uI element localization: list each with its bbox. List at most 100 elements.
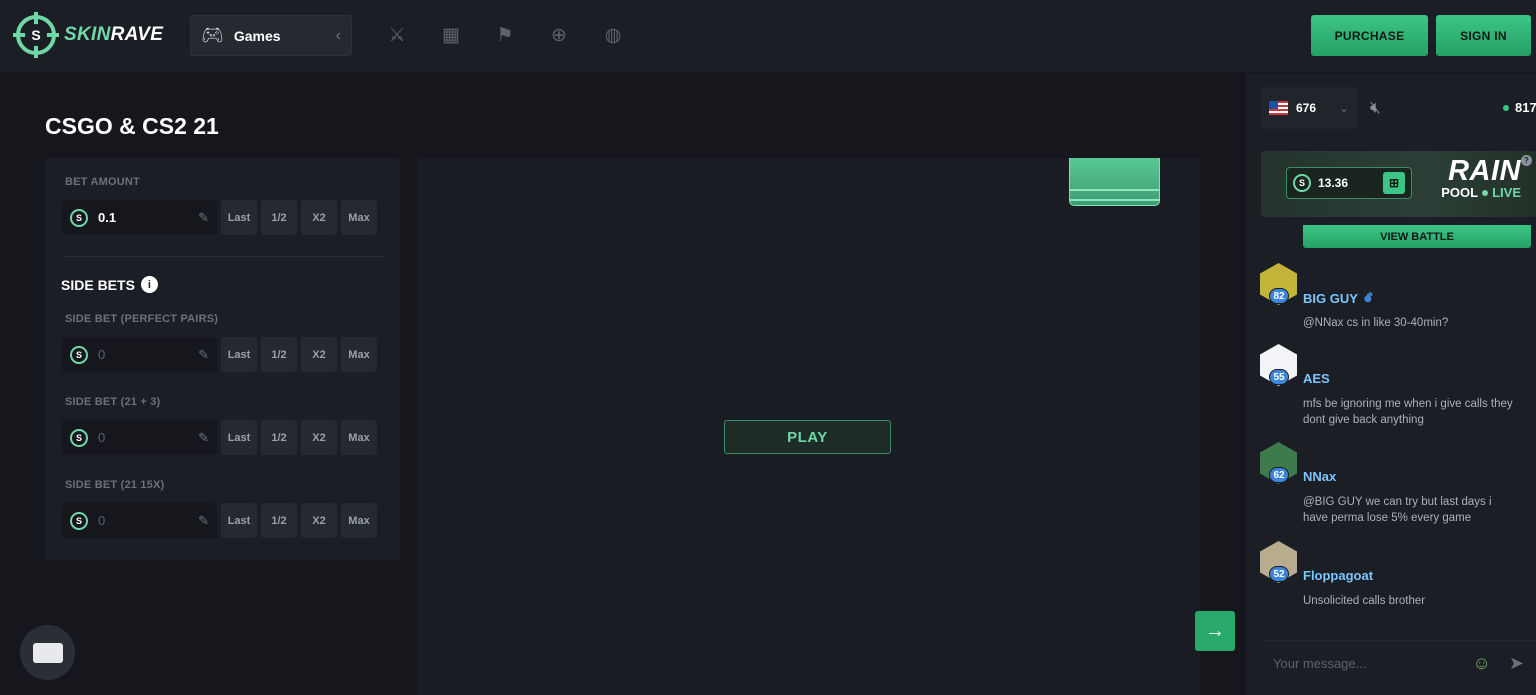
rain-logo: RAIN POOL LIVE <box>1429 155 1521 201</box>
username-text: Floppagoat <box>1303 568 1374 583</box>
double-button[interactable]: X2 <box>301 420 337 455</box>
side-bet-input[interactable]: S 0 ✎ <box>62 337 217 372</box>
rain-amount: S 13.36 ⊞ <box>1286 167 1412 199</box>
rain-title: RAIN <box>1448 155 1521 187</box>
max-button[interactable]: Max <box>341 420 377 455</box>
games-menu-button[interactable]: 🎮︎ Games ‹ <box>190 15 352 56</box>
max-button[interactable]: Max <box>341 503 377 538</box>
last-button[interactable]: Last <box>221 200 257 235</box>
side-bet-value: 0 <box>98 513 106 528</box>
games-label: Games <box>233 27 281 44</box>
purchase-button[interactable]: PURCHASE <box>1311 15 1428 56</box>
mute-icon[interactable]: 🔇︎ <box>1370 98 1381 118</box>
half-button[interactable]: 1/2 <box>261 337 297 372</box>
chat-input-bar: Your message... ☺ ➤ <box>1261 640 1536 686</box>
play-button[interactable]: PLAY <box>724 420 891 454</box>
tip-icon[interactable]: ⊞ <box>1383 172 1405 194</box>
side-bet-row: S 0 ✎ Last 1/2 X2 Max <box>62 337 377 372</box>
username[interactable]: NNax <box>1303 469 1336 484</box>
clear-icon[interactable]: ✎ <box>198 430 209 446</box>
view-battle-button[interactable]: VIEW BATTLE <box>1303 225 1531 248</box>
side-bet-label: SIDE BET (21 + 3) <box>65 396 161 408</box>
logo[interactable]: S SKINRAVE <box>13 12 163 58</box>
level-badge: 62 <box>1269 467 1289 483</box>
clear-icon[interactable]: ✎ <box>198 347 209 363</box>
double-button[interactable]: X2 <box>301 337 337 372</box>
coin-icon: S <box>70 428 88 447</box>
logo-text-skin: SKIN <box>64 24 111 45</box>
side-bets-title: SIDE BETS i <box>61 276 158 293</box>
language-select[interactable]: 676 ⌄ <box>1261 87 1357 129</box>
card-deck <box>1069 158 1160 206</box>
flag-icon[interactable]: ⚑ <box>492 22 518 48</box>
gamepad-icon: 🎮︎ <box>201 25 224 45</box>
rain-pool-banner: S 13.36 ⊞ RAIN POOL LIVE ? <box>1261 151 1536 217</box>
username[interactable]: Floppagoat <box>1303 568 1373 583</box>
arrow-right-button[interactable]: → <box>1195 611 1235 651</box>
double-button[interactable]: X2 <box>301 503 337 538</box>
chat-icon <box>32 642 63 663</box>
rain-subtitle: POOL LIVE <box>1429 185 1521 200</box>
live-dot-icon <box>1482 189 1489 196</box>
username-text: NNax <box>1303 469 1337 484</box>
logo-text: SKINRAVE <box>64 24 163 46</box>
username[interactable]: BIG GUY 💣︎ <box>1303 290 1372 306</box>
send-icon[interactable]: ➤ <box>1509 653 1524 674</box>
message-text: Unsolicited calls brother <box>1303 595 1426 607</box>
last-button[interactable]: Last <box>221 337 257 372</box>
logo-text-rave: RAVE <box>110 24 164 45</box>
half-button[interactable]: 1/2 <box>261 503 297 538</box>
coin-icon: S <box>70 345 88 364</box>
double-button[interactable]: X2 <box>301 200 337 235</box>
emoji-icon[interactable]: ☺ <box>1473 653 1491 674</box>
coin-icon: S <box>70 208 88 227</box>
level-badge: 82 <box>1269 288 1289 304</box>
username-text: AES <box>1303 371 1330 386</box>
username[interactable]: AES <box>1303 371 1330 386</box>
clear-icon[interactable]: ✎ <box>198 513 209 529</box>
info-icon[interactable]: i <box>140 276 158 293</box>
coin-icon: S <box>1293 174 1311 192</box>
divider <box>62 256 383 257</box>
chevron-down-icon: ⌄ <box>1338 101 1349 115</box>
rain-pool-label: POOL <box>1441 185 1479 200</box>
side-bet-row: S 0 ✎ Last 1/2 X2 Max <box>62 503 377 538</box>
page-title: CSGO & CS2 21 <box>45 113 219 139</box>
chat-sidebar: 676 ⌄ 🔇︎ 817 S 13.36 ⊞ RAIN POOL LIVE ? … <box>1246 73 1536 695</box>
logo-crosshair-icon: S <box>13 12 59 58</box>
us-flag-icon <box>1269 101 1288 115</box>
last-button[interactable]: Last <box>221 420 257 455</box>
swords-icon[interactable]: ⚔ <box>384 22 410 48</box>
globe-icon[interactable]: ◍ <box>600 22 626 48</box>
clear-icon[interactable]: ✎ <box>198 210 209 226</box>
help-icon[interactable]: ? <box>1521 155 1532 166</box>
rain-amount-value: 13.36 <box>1318 176 1349 190</box>
gift-icon[interactable]: ▦ <box>438 22 464 48</box>
add-user-icon[interactable]: ⊕ <box>546 22 572 48</box>
nav-icons: ⚔ ▦ ⚑ ⊕ ◍ <box>384 22 626 48</box>
top-bar: S SKINRAVE 🎮︎ Games ‹ ⚔ ▦ ⚑ ⊕ ◍ PURCHASE… <box>0 0 1536 72</box>
side-bets-title-text: SIDE BETS <box>61 276 135 293</box>
side-bet-value: 0 <box>98 347 106 362</box>
level-badge: 52 <box>1269 566 1289 582</box>
half-button[interactable]: 1/2 <box>261 200 297 235</box>
sign-in-button[interactable]: SIGN IN <box>1436 15 1531 56</box>
bomb-icon: 💣︎ <box>1363 290 1373 305</box>
coin-icon: S <box>70 511 88 530</box>
level-badge: 55 <box>1269 369 1289 385</box>
message-text: @NNax cs in like 30-40min? <box>1303 317 1449 329</box>
max-button[interactable]: Max <box>341 337 377 372</box>
rain-live-label: LIVE <box>1492 185 1521 200</box>
max-button[interactable]: Max <box>341 200 377 235</box>
game-table: PLAY <box>418 158 1200 695</box>
chat-message-input[interactable]: Your message... <box>1273 656 1473 671</box>
chevron-left-icon: ‹ <box>335 26 341 44</box>
side-bet-input[interactable]: S 0 ✎ <box>62 420 217 455</box>
last-button[interactable]: Last <box>221 503 257 538</box>
half-button[interactable]: 1/2 <box>261 420 297 455</box>
online-count: 817 <box>1503 100 1536 115</box>
side-bet-input[interactable]: S 0 ✎ <box>62 503 217 538</box>
language-room-count: 676 <box>1296 101 1317 115</box>
bet-amount-input[interactable]: S 0.1 ✎ <box>62 200 217 235</box>
support-chat-button[interactable] <box>20 625 75 680</box>
